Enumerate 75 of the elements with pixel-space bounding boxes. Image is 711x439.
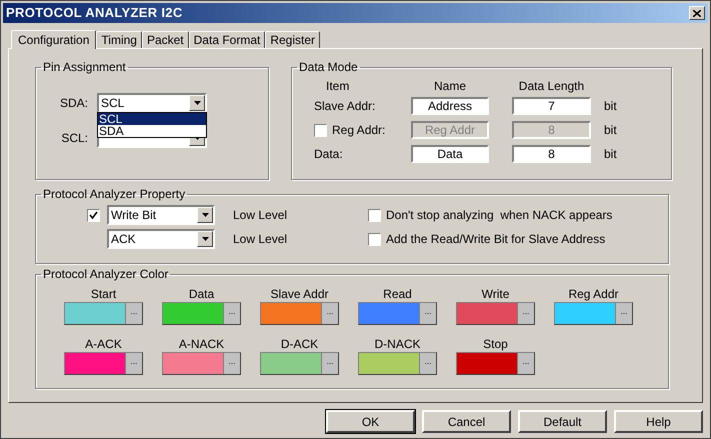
dialog-button[interactable]: OK (326, 410, 415, 433)
color-picker-button[interactable]: ... (517, 303, 534, 324)
option-label: Don't stop analyzing when NACK appears (386, 207, 612, 224)
close-icon[interactable] (689, 6, 705, 20)
column-header: Item (325, 78, 350, 95)
color-label: D-ACK (280, 336, 320, 352)
color-label: Data (188, 286, 216, 302)
color-swatch[interactable] (163, 353, 223, 374)
group-title: Protocol Analyzer Color (42, 268, 170, 280)
color-label: Start (90, 286, 118, 302)
length-field[interactable]: 8 (512, 145, 591, 163)
color-picker-button[interactable]: ... (517, 353, 534, 374)
color-swatch[interactable] (65, 353, 125, 374)
checkbox[interactable] (368, 208, 381, 222)
color-swatch[interactable] (65, 303, 125, 324)
row-label: Slave Addr: (314, 98, 376, 115)
color-swatch[interactable] (555, 303, 615, 324)
color-picker-button[interactable]: ... (223, 303, 240, 324)
dialog-button[interactable]: Default (518, 410, 607, 433)
group-title: Pin Assignment (42, 61, 127, 73)
color-label: Reg Addr (567, 286, 620, 302)
window-title: PROTOCOL ANALYZER I2C (6, 4, 183, 22)
dropdown-field[interactable]: SCL (97, 93, 207, 113)
tab[interactable]: Timing (96, 31, 142, 48)
column-header: Data Length (518, 78, 586, 95)
color-label: D-NACK (373, 336, 422, 352)
unit-label: bit (604, 98, 617, 115)
checkbox[interactable] (87, 208, 100, 222)
color-swatch[interactable] (261, 303, 321, 324)
dropdown-field[interactable]: ACK (107, 229, 215, 249)
field-label: SCL: (60, 130, 89, 147)
color-label: Slave Addr (269, 286, 330, 302)
color-picker-button[interactable]: ... (419, 303, 436, 324)
dropdown-field[interactable]: Write Bit (107, 205, 215, 225)
checkbox[interactable] (368, 232, 381, 246)
unit-label: bit (604, 146, 617, 163)
column-header: Name (432, 78, 467, 95)
length-field[interactable]: 7 (512, 97, 591, 115)
tab[interactable]: Data Format (188, 31, 266, 48)
dialog-button[interactable]: Cancel (422, 410, 511, 433)
color-swatch[interactable] (359, 303, 419, 324)
row-label: Reg Addr: (332, 122, 386, 139)
color-picker-button[interactable]: ... (419, 353, 436, 374)
name-field[interactable]: Data (411, 145, 489, 163)
color-picker-button[interactable]: ... (223, 353, 240, 374)
dropdown-option[interactable]: SCL (98, 113, 206, 125)
color-picker-button[interactable]: ... (125, 303, 142, 324)
color-picker-button[interactable]: ... (321, 353, 338, 374)
color-swatch[interactable] (457, 303, 517, 324)
row-label: Data: (314, 146, 343, 163)
color-label: A-NACK (178, 336, 226, 352)
color-label: Stop (482, 336, 509, 352)
unit-label: bit (604, 122, 617, 139)
level-label: Low Level (233, 231, 288, 248)
color-swatch[interactable] (163, 303, 223, 324)
color-picker-button[interactable]: ... (321, 303, 338, 324)
level-label: Low Level (233, 207, 288, 224)
color-swatch[interactable] (359, 353, 419, 374)
color-picker-button[interactable]: ... (125, 353, 142, 374)
tab[interactable]: Configuration (11, 30, 96, 49)
tab[interactable]: Register (265, 31, 320, 48)
name-field[interactable]: Address (411, 97, 489, 115)
color-label: Read (382, 286, 413, 302)
field-label: SDA: (58, 95, 89, 112)
group-title: Data Mode (298, 61, 359, 73)
dialog-button[interactable]: Help (614, 410, 703, 433)
color-swatch[interactable] (457, 353, 517, 374)
color-label: A-ACK (84, 336, 123, 352)
color-swatch[interactable] (261, 353, 321, 374)
group-title: Protocol Analyzer Property (42, 188, 186, 200)
color-picker-button[interactable]: ... (615, 303, 632, 324)
option-label: Add the Read/Write Bit for Slave Address (386, 231, 606, 248)
tab[interactable]: Packet (142, 31, 189, 48)
color-label: Write (480, 286, 510, 302)
dropdown-option[interactable]: SDA (98, 125, 206, 137)
